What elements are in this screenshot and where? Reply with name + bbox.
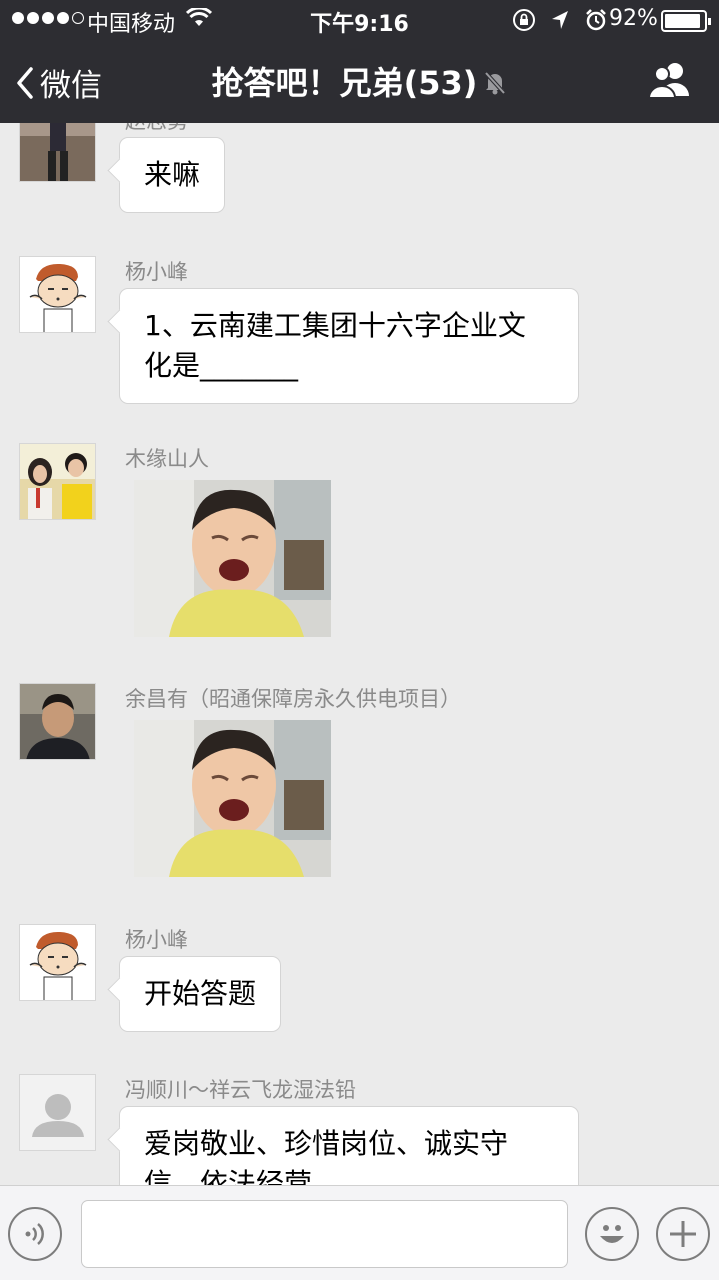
default-avatar[interactable] [19,1074,96,1151]
voice-button[interactable] [8,1207,62,1261]
plus-icon [670,1221,696,1247]
emoji-button[interactable] [585,1207,639,1261]
chat-message-list[interactable]: 赵志勇 来嘛 杨小峰 1、云南建工集团十六字企业文 化是_______ 木缘山人… [0,123,719,1185]
status-bar: 中国移动 下午9:16 92% [0,0,719,40]
message-bubble[interactable]: 爱岗敬业、珍惜岗位、诚实守 信、依法经营 [119,1106,579,1185]
location-arrow-icon [550,9,570,37]
sender-name: 杨小峰 [125,260,188,284]
battery-percent: 92% [609,6,658,31]
crying-baby-sticker[interactable] [134,720,331,877]
mute-bell-icon [483,66,507,104]
group-members-button[interactable] [647,60,694,104]
message-text: 开始答题 [144,977,257,1010]
more-options-button[interactable] [656,1207,710,1261]
avatar[interactable] [19,683,96,760]
smiley-icon [600,1225,624,1243]
person-placeholder-icon [20,1075,95,1150]
sender-name: 木缘山人 [125,447,209,471]
orientation-lock-icon [512,8,536,38]
alarm-icon [584,8,608,38]
voice-wave-icon [25,1223,44,1245]
avatar[interactable] [19,924,96,1001]
message-bubble[interactable]: 开始答题 [119,956,282,1032]
sender-name: 余昌有（昭通保障房永久供电项目） [125,687,461,711]
message-bubble[interactable]: 1、云南建工集团十六字企业文 化是_______ [119,288,579,404]
input-toolbar [0,1185,719,1280]
top-bar: 中国移动 下午9:16 92% 微信 抢答吧！兄弟(53) [0,0,719,123]
message-text-line: 化是_______ [144,349,299,382]
sender-name: 杨小峰 [125,928,188,952]
message-text-line: 1、云南建工集团十六字企业文 [144,309,526,342]
message-text: 来嘛 [144,158,201,191]
group-people-icon [647,63,689,99]
sender-name: 赵志勇 [125,123,188,135]
message-text-line: 信、依法经营 [144,1167,313,1185]
avatar[interactable] [19,256,96,333]
crying-baby-sticker[interactable] [134,480,331,637]
battery-icon [661,10,711,32]
nav-bar: 微信 抢答吧！兄弟(53) [0,40,719,123]
message-input[interactable] [81,1200,568,1268]
avatar[interactable] [19,443,96,520]
message-text-line: 爱岗敬业、珍惜岗位、诚实守 [144,1127,509,1160]
message-bubble[interactable]: 来嘛 [119,137,226,213]
avatar[interactable] [19,123,96,182]
sender-name: 冯顺川～祥云飞龙湿法铅 [125,1078,356,1102]
chat-title: 抢答吧！兄弟(53) [211,64,478,102]
